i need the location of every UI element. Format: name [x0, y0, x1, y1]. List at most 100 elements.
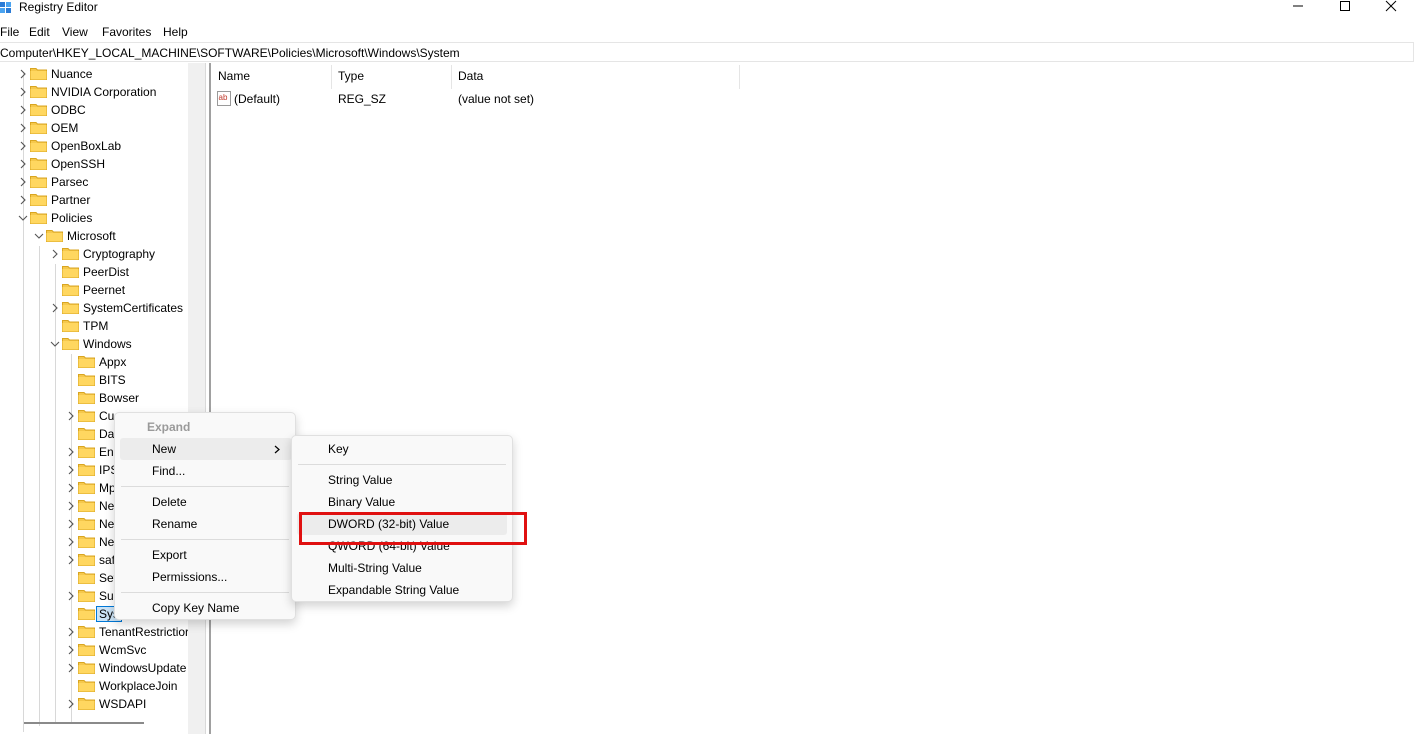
- chevron-right-icon[interactable]: [66, 626, 76, 638]
- title-bar: Registry Editor: [0, 0, 1414, 20]
- folder-icon: [78, 698, 95, 710]
- tree-item-label: saf: [99, 553, 116, 567]
- column-header-data[interactable]: Data: [458, 69, 483, 83]
- menu-separator: [121, 486, 289, 487]
- maximize-button[interactable]: [1322, 0, 1368, 14]
- submenu-item-binary-value[interactable]: Binary Value: [292, 491, 512, 513]
- tree-item[interactable]: OpenBoxLab: [0, 137, 188, 155]
- chevron-right-icon[interactable]: [66, 698, 76, 710]
- address-path[interactable]: Computer\HKEY_LOCAL_MACHINE\SOFTWARE\Pol…: [0, 46, 460, 60]
- tree-item[interactable]: SystemCertificates: [0, 299, 188, 317]
- menu-view[interactable]: View: [62, 25, 88, 39]
- menu-item-find[interactable]: Find...: [115, 460, 295, 482]
- folder-icon: [30, 86, 47, 98]
- chevron-right-icon[interactable]: [18, 194, 28, 206]
- chevron-right-icon[interactable]: [66, 662, 76, 674]
- tree-item[interactable]: WorkplaceJoin: [0, 677, 188, 695]
- tree-item[interactable]: Appx: [0, 353, 188, 371]
- tree-item[interactable]: Parsec: [0, 173, 188, 191]
- tree-scrollbar[interactable]: [188, 63, 205, 734]
- menu-item-rename[interactable]: Rename: [115, 513, 295, 535]
- tree-item[interactable]: TPM: [0, 317, 188, 335]
- chevron-right-icon[interactable]: [18, 68, 28, 80]
- tree-item[interactable]: OEM: [0, 119, 188, 137]
- key-tree[interactable]: Nuance NVIDIA Corporation ODBC OEM OpenBoxLa…: [0, 63, 206, 734]
- tree-item[interactable]: ODBC: [0, 101, 188, 119]
- tree-item[interactable]: WindowsUpdate: [0, 659, 188, 677]
- tree-item[interactable]: Windows: [0, 335, 188, 353]
- tree-item[interactable]: Peernet: [0, 281, 188, 299]
- tree-item-label: WcmSvc: [99, 643, 147, 657]
- tree-item[interactable]: PeerDist: [0, 263, 188, 281]
- submenu-item-key[interactable]: Key: [292, 438, 512, 460]
- tree-item-label: Nuance: [51, 67, 93, 81]
- chevron-right-icon[interactable]: [66, 482, 76, 494]
- menu-separator: [121, 592, 289, 593]
- folder-icon: [30, 122, 47, 134]
- chevron-right-icon[interactable]: [18, 176, 28, 188]
- column-divider[interactable]: [739, 65, 740, 89]
- tree-item[interactable]: WSDAPI: [0, 695, 188, 713]
- horizontal-scrollbar-thumb[interactable]: [24, 722, 144, 724]
- tree-item[interactable]: Bowser: [0, 389, 188, 407]
- tree-item[interactable]: BITS: [0, 371, 188, 389]
- menu-item-permissions[interactable]: Permissions...: [115, 566, 295, 588]
- folder-icon: [62, 248, 79, 260]
- value-list[interactable]: Name Type Data ab (Default) REG_SZ (valu…: [211, 63, 1414, 734]
- column-header-name[interactable]: Name: [218, 69, 250, 83]
- column-divider[interactable]: [331, 65, 332, 89]
- chevron-right-icon[interactable]: [66, 500, 76, 512]
- column-header-type[interactable]: Type: [338, 69, 364, 83]
- menu-edit[interactable]: Edit: [29, 25, 50, 39]
- menu-file[interactable]: File: [0, 25, 19, 39]
- submenu-item-expandable-string-value[interactable]: Expandable String Value: [292, 579, 512, 601]
- minimize-button[interactable]: [1275, 0, 1321, 14]
- tree-item-label: OpenSSH: [51, 157, 106, 171]
- value-name[interactable]: (Default): [234, 92, 280, 106]
- menu-item-expand[interactable]: Expand: [115, 416, 295, 438]
- chevron-down-icon[interactable]: [34, 230, 44, 242]
- chevron-right-icon[interactable]: [50, 302, 60, 314]
- chevron-right-icon[interactable]: [66, 518, 76, 530]
- submenu-item-multi-string-value[interactable]: Multi-String Value: [292, 557, 512, 579]
- chevron-right-icon[interactable]: [66, 536, 76, 548]
- folder-icon: [78, 464, 95, 476]
- chevron-right-icon[interactable]: [66, 410, 76, 422]
- chevron-right-icon[interactable]: [18, 158, 28, 170]
- tree-item[interactable]: Microsoft: [0, 227, 188, 245]
- close-button[interactable]: [1368, 0, 1414, 14]
- chevron-right-icon[interactable]: [18, 140, 28, 152]
- chevron-right-icon[interactable]: [66, 644, 76, 656]
- tree-item[interactable]: TenantRestrictior: [0, 623, 189, 641]
- chevron-right-icon[interactable]: [18, 122, 28, 134]
- menu-bar: File Edit View Favorites Help: [0, 22, 1414, 41]
- chevron-right-icon[interactable]: [18, 86, 28, 98]
- chevron-right-icon[interactable]: [18, 104, 28, 116]
- tree-item[interactable]: Nuance: [0, 65, 188, 83]
- tree-item[interactable]: OpenSSH: [0, 155, 188, 173]
- menu-help[interactable]: Help: [163, 25, 188, 39]
- menu-favorites[interactable]: Favorites: [102, 25, 151, 39]
- chevron-right-icon[interactable]: [50, 248, 60, 260]
- chevron-right-icon[interactable]: [66, 464, 76, 476]
- folder-icon: [78, 410, 95, 422]
- tree-item[interactable]: Policies: [0, 209, 188, 227]
- tree-item[interactable]: WcmSvc: [0, 641, 188, 659]
- chevron-right-icon[interactable]: [66, 554, 76, 566]
- tree-item-label: ODBC: [51, 103, 86, 117]
- menu-item-copy-key-name[interactable]: Copy Key Name: [115, 597, 295, 619]
- chevron-down-icon[interactable]: [18, 212, 28, 224]
- menu-item-new[interactable]: New: [120, 438, 292, 460]
- tree-item[interactable]: NVIDIA Corporation: [0, 83, 188, 101]
- tree-item[interactable]: Cryptography: [0, 245, 188, 263]
- chevron-right-icon[interactable]: [66, 446, 76, 458]
- address-bar[interactable]: Computer\HKEY_LOCAL_MACHINE\SOFTWARE\Pol…: [0, 42, 1414, 62]
- chevron-down-icon[interactable]: [50, 338, 60, 350]
- column-divider[interactable]: [451, 65, 452, 89]
- chevron-right-icon[interactable]: [66, 590, 76, 602]
- menu-item-export[interactable]: Export: [115, 544, 295, 566]
- tree-item[interactable]: Partner: [0, 191, 188, 209]
- menu-item-delete[interactable]: Delete: [115, 491, 295, 513]
- submenu-item-string-value[interactable]: String Value: [292, 469, 512, 491]
- menu-separator: [298, 464, 506, 465]
